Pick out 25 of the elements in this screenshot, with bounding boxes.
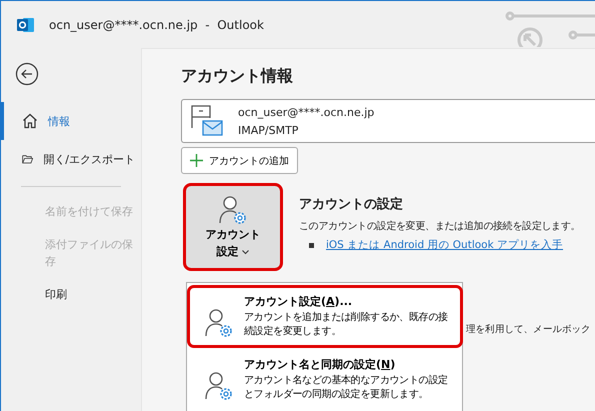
page-title: アカウント情報 (181, 66, 294, 87)
add-account-button[interactable]: アカウントの追加 (181, 147, 298, 174)
menu-item[interactable]: アカウント設定(A)... アカウントを追加または削除するか、既存の接続設定を変更します。 (187, 285, 463, 348)
mobile-app-link[interactable]: iOS または Android 用の Outlook アプリを入手 (326, 238, 564, 252)
chevron-down-icon (242, 250, 250, 255)
bullet-icon (309, 242, 314, 248)
outlook-logo-icon (17, 16, 35, 32)
account-settings-button[interactable]: アカウント 設定 (185, 185, 281, 269)
person-gear-icon (204, 371, 234, 401)
plus-icon (190, 154, 203, 167)
person-gear-icon (218, 195, 248, 225)
back-button[interactable] (15, 62, 39, 86)
home-icon (22, 113, 38, 129)
section-description: このアカウントの設定を変更、または追加の接続を設定します。 (299, 220, 580, 233)
window-title: ocn_user@****.ocn.ne.jp - Outlook (49, 18, 264, 32)
account-card[interactable]: ocn_user@****.ocn.ne.jp IMAP/SMTP (181, 99, 595, 143)
mailbox-icon (190, 104, 224, 138)
description-text: 理を利用して、メールボック (466, 323, 591, 336)
account-email: ocn_user@****.ocn.ne.jp (238, 106, 374, 118)
nav-item[interactable]: 印刷 (45, 278, 141, 311)
menu-item[interactable]: アカウント名と同期の設定(N) アカウント名などの基本的なアカウントの設定とフォルダーの同期の設定を更新します。 (187, 348, 463, 411)
section-heading: アカウントの設定 (299, 196, 404, 213)
person-gear-icon (204, 308, 234, 338)
nav-item[interactable]: 開く/エクスポート (1, 140, 141, 178)
account-type: IMAP/SMTP (238, 124, 300, 136)
